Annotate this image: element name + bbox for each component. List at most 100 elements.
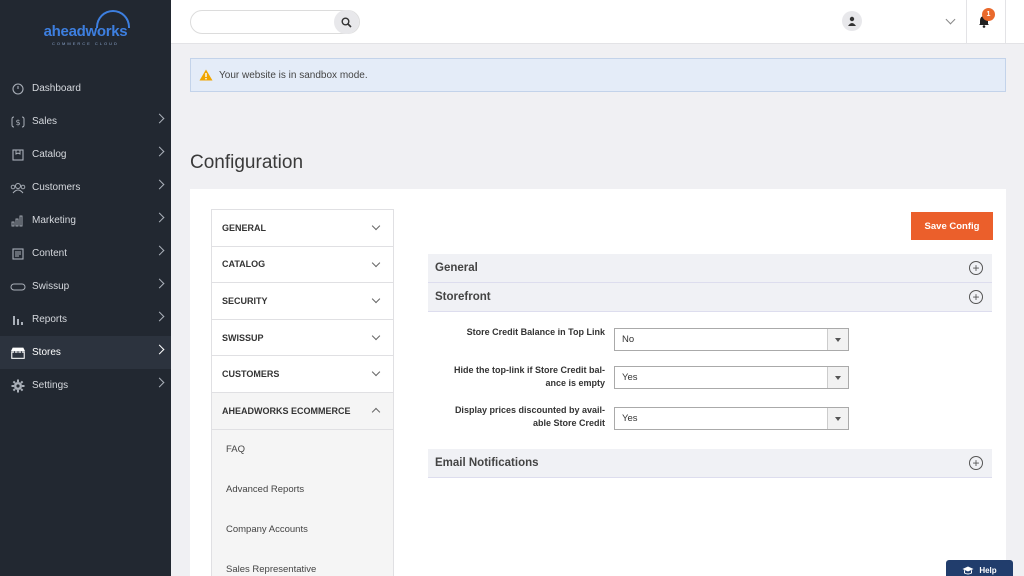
page-title: Configuration [190, 152, 304, 173]
sidebar-item-label: Swissup [32, 281, 70, 292]
subtab-company-accounts[interactable]: Company Accounts [212, 510, 393, 550]
subtab-sales-representative[interactable]: Sales Representative [212, 550, 393, 576]
catalog-icon [10, 148, 26, 162]
user-avatar[interactable] [842, 11, 862, 31]
sidebar-item-label: Dashboard [32, 83, 81, 94]
sidebar-item-sales[interactable]: $ Sales [0, 105, 171, 138]
section-storefront[interactable]: Storefront + [428, 283, 992, 312]
subtab-faq[interactable]: FAQ [212, 430, 393, 470]
logo-subtitle: COMMERCE CLOUD [52, 40, 119, 46]
field-label-line: ance is empty [545, 378, 605, 388]
tab-security[interactable]: SECURITY [212, 283, 393, 320]
help-button[interactable]: Help [946, 560, 1013, 576]
search-input[interactable] [199, 11, 339, 33]
chevron-up-icon [371, 407, 381, 417]
tab-aheadworks-ecommerce[interactable]: AHEADWORKS ECOMMERCE [212, 392, 393, 430]
dollar-icon: $ [10, 115, 26, 129]
sidebar-item-label: Catalog [32, 149, 67, 160]
chevron-right-icon [154, 113, 165, 124]
chevron-right-icon [154, 212, 165, 223]
section-email-notifications[interactable]: Email Notifications + [428, 449, 992, 478]
content-icon [10, 247, 26, 261]
tab-label: SWISSUP [222, 332, 264, 343]
field-label: Display prices discounted by avail- able… [429, 404, 605, 430]
display-discounted-prices-select[interactable]: Yes [614, 407, 849, 430]
divider [966, 0, 967, 44]
config-tabs: GENERAL CATALOG SECURITY SWISSUP CUSTOME… [211, 209, 394, 576]
logo[interactable]: aheadworks COMMERCE CLOUD [0, 0, 171, 62]
tab-swissup[interactable]: SWISSUP [212, 320, 393, 357]
cloud-icon [96, 10, 130, 28]
sidebar-item-marketing[interactable]: Marketing [0, 204, 171, 237]
field-label-line: able Store Credit [532, 418, 605, 428]
chevron-right-icon [154, 278, 165, 289]
search-button[interactable] [334, 10, 359, 34]
section-title: General [435, 262, 478, 274]
chevron-down-icon [371, 331, 381, 341]
graduation-cap-icon [962, 566, 974, 574]
tab-catalog[interactable]: CATALOG [212, 247, 393, 284]
select-value: Yes [622, 372, 638, 383]
chevron-right-icon [154, 377, 165, 388]
expand-icon[interactable]: + [969, 261, 983, 275]
sidebar-item-label: Sales [32, 116, 58, 127]
sidebar-item-stores[interactable]: Stores [0, 336, 171, 369]
svg-text:$: $ [15, 118, 20, 127]
search-box[interactable] [190, 10, 360, 34]
reports-icon [10, 313, 26, 327]
warning-icon [199, 69, 213, 81]
chevron-down-icon [371, 258, 381, 267]
sandbox-alert: Your website is in sandbox mode. [190, 58, 1006, 92]
chevron-down-icon [371, 368, 381, 377]
swissup-icon [10, 280, 26, 294]
chevron-down-icon[interactable] [945, 14, 956, 25]
hide-top-link-select[interactable]: Yes [614, 366, 849, 389]
sidebar-item-label: Marketing [32, 215, 76, 226]
select-value: Yes [622, 413, 638, 424]
sidebar-item-label: Customers [32, 182, 81, 193]
sidebar-item-swissup[interactable]: Swissup [0, 270, 171, 303]
sidebar-item-reports[interactable]: Reports [0, 303, 171, 336]
sidebar-item-dashboard[interactable]: Dashboard [0, 72, 171, 105]
chevron-right-icon [154, 179, 165, 190]
gear-icon [10, 379, 26, 393]
save-config-button[interactable]: Save Config [911, 212, 993, 240]
search-icon [341, 17, 352, 28]
chevron-right-icon [154, 344, 165, 355]
section-general[interactable]: General + [428, 254, 992, 283]
sidebar-item-settings[interactable]: Settings [0, 369, 171, 402]
sidebar: aheadworks COMMERCE CLOUD Dashboard $ Sa… [0, 0, 171, 576]
tab-label: CUSTOMERS [222, 369, 280, 380]
sidebar-item-label: Settings [32, 380, 69, 391]
sidebar-item-customers[interactable]: Customers [0, 171, 171, 204]
dashboard-icon [10, 82, 26, 96]
chevron-down-icon [371, 294, 381, 304]
expand-icon[interactable]: + [969, 456, 983, 470]
sidebar-item-content[interactable]: Content [0, 237, 171, 270]
tab-customers[interactable]: CUSTOMERS [212, 356, 393, 393]
subtab-advanced-reports[interactable]: Advanced Reports [212, 470, 393, 510]
field-label: Hide the top-link if Store Credit bal- a… [429, 364, 605, 390]
notification-badge: 1 [982, 8, 995, 21]
chevron-right-icon [154, 311, 165, 322]
store-credit-top-link-select[interactable]: No [614, 328, 849, 351]
section-title: Email Notifications [435, 457, 539, 469]
subtab-list: FAQ Advanced Reports Company Accounts Sa… [212, 429, 393, 576]
dropdown-arrow-icon [827, 329, 848, 350]
marketing-icon [10, 214, 26, 228]
alert-text: Your website is in sandbox mode. [219, 69, 368, 81]
sidebar-item-catalog[interactable]: Catalog [0, 138, 171, 171]
expand-icon[interactable]: + [969, 290, 983, 304]
dropdown-arrow-icon [827, 367, 848, 388]
tab-label: GENERAL [222, 222, 267, 233]
sidebar-item-label: Stores [32, 347, 61, 358]
tab-general[interactable]: GENERAL [212, 210, 393, 247]
select-value: No [622, 334, 635, 345]
topbar: 1 [171, 0, 1024, 44]
field-label-line: Hide the top-link if Store Credit bal- [453, 365, 605, 375]
chevron-right-icon [154, 146, 165, 157]
customers-icon [10, 181, 26, 195]
user-icon [848, 16, 856, 26]
sidebar-nav: Dashboard $ Sales Catalog Customers Mark… [0, 72, 171, 402]
tab-label: CATALOG [222, 259, 266, 270]
